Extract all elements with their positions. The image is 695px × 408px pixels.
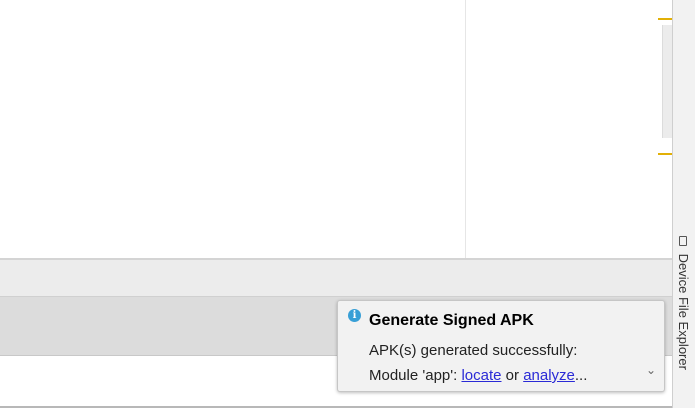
notification-title: Generate Signed APK xyxy=(369,312,534,329)
tab-device-file-explorer-label: Device File Explorer xyxy=(676,253,691,370)
scrollbar-marker-top xyxy=(658,18,672,20)
scrollbar-marker-bottom xyxy=(658,153,672,155)
tab-device-file-explorer[interactable]: Device File Explorer xyxy=(672,232,695,398)
truncation-ellipsis: ... xyxy=(574,367,588,384)
link-separator: or xyxy=(501,367,524,384)
locate-link[interactable]: locate xyxy=(461,367,501,384)
notification-module-label: Module 'app': xyxy=(369,367,462,384)
chevron-down-icon[interactable]: ⌄ xyxy=(644,363,658,377)
info-icon: i xyxy=(348,309,361,322)
notification-message: APK(s) generated successfully: xyxy=(369,342,578,359)
editor-right-margin-divider xyxy=(465,0,466,258)
notification-links-line: Module 'app': locate or analyze... xyxy=(369,367,587,384)
tool-window-header xyxy=(0,260,672,297)
editor-area[interactable] xyxy=(0,0,672,258)
notification-balloon[interactable]: i Generate Signed APK APK(s) generated s… xyxy=(337,300,665,392)
device-icon xyxy=(679,236,687,246)
analyze-link[interactable]: analyze xyxy=(523,367,575,384)
